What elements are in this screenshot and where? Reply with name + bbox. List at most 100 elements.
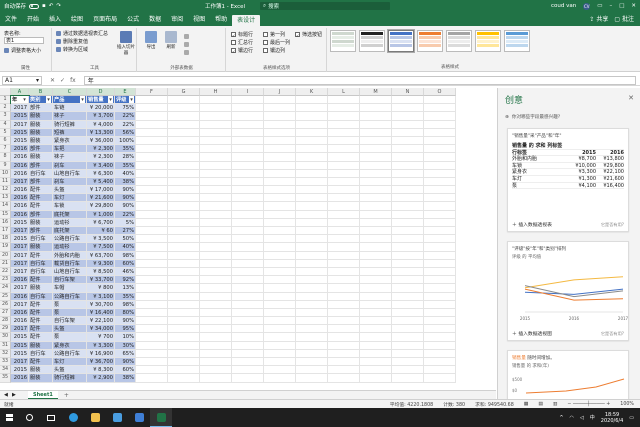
empty-cell[interactable]	[424, 177, 456, 187]
empty-cell[interactable]	[264, 358, 296, 367]
table-cell[interactable]: ¥ 29,800	[87, 202, 115, 211]
empty-cell[interactable]	[296, 145, 328, 154]
empty-cell[interactable]	[296, 112, 328, 121]
empty-cell[interactable]	[264, 308, 296, 318]
empty-cell[interactable]	[264, 96, 296, 105]
empty-cell[interactable]	[136, 325, 168, 334]
table-cell[interactable]: 98%	[115, 251, 136, 260]
worksheet-grid[interactable]: ABCDEFGHIJKLMNO 1 年 ▾ 类别 ▾ 产品 ▾ 销售量 ▾ 评级 ▾ 2 2017 部件车…	[0, 88, 496, 390]
empty-cell[interactable]	[136, 251, 168, 260]
table-cell[interactable]: 60%	[115, 259, 136, 268]
table-cell[interactable]: 底托架	[53, 227, 87, 236]
row-header[interactable]: 23	[0, 276, 11, 285]
empty-cell[interactable]	[136, 308, 168, 318]
row-header[interactable]: 29	[0, 325, 11, 334]
table-cell[interactable]: 泵	[53, 308, 87, 318]
empty-cell[interactable]	[168, 235, 200, 244]
row-header[interactable]: 5	[0, 128, 11, 137]
table-cell[interactable]: 部件	[29, 210, 53, 219]
empty-cell[interactable]	[168, 341, 200, 350]
empty-cell[interactable]	[328, 300, 360, 309]
empty-cell[interactable]	[200, 317, 232, 326]
normal-view-icon[interactable]: ▦	[524, 402, 529, 407]
table-cell[interactable]: 90%	[115, 186, 136, 195]
export-button[interactable]: 导出	[142, 31, 160, 50]
empty-cell[interactable]	[360, 284, 392, 293]
table-cell[interactable]: 自行车	[29, 259, 53, 268]
table-cell[interactable]: 泵	[53, 300, 87, 309]
page-layout-icon[interactable]: ▤	[538, 402, 543, 407]
empty-cell[interactable]	[296, 259, 328, 268]
row-header[interactable]: 24	[0, 284, 11, 293]
empty-cell[interactable]	[392, 300, 424, 309]
empty-cell[interactable]	[424, 259, 456, 268]
empty-cell[interactable]	[424, 276, 456, 285]
table-cell[interactable]: 60%	[115, 366, 136, 375]
table-cell[interactable]: 服装	[29, 366, 53, 375]
empty-cell[interactable]	[424, 104, 456, 113]
empty-cell[interactable]	[136, 161, 168, 170]
empty-cell[interactable]	[136, 96, 168, 105]
empty-cell[interactable]	[360, 235, 392, 244]
empty-cell[interactable]	[296, 308, 328, 318]
empty-cell[interactable]	[296, 186, 328, 195]
table-cell[interactable]: 配件	[29, 358, 53, 367]
table-cell[interactable]: ¥ 36,700	[87, 358, 115, 367]
next-sheet-icon[interactable]: ▶	[12, 392, 16, 398]
empty-cell[interactable]	[200, 325, 232, 334]
table-header-cell[interactable]: 评级 ▾	[115, 96, 136, 105]
table-header-cell[interactable]: 产品 ▾	[53, 96, 87, 105]
empty-cell[interactable]	[296, 349, 328, 358]
empty-cell[interactable]	[168, 227, 200, 236]
table-cell[interactable]: ¥ 20,000	[87, 104, 115, 113]
table-cell[interactable]: 22%	[115, 120, 136, 129]
empty-cell[interactable]	[200, 341, 232, 350]
table-cell[interactable]: 服装	[29, 153, 53, 162]
empty-cell[interactable]	[296, 333, 328, 342]
network-icon[interactable]: ◠	[570, 415, 574, 421]
row-header[interactable]: 18	[0, 235, 11, 244]
empty-cell[interactable]	[200, 276, 232, 285]
empty-cell[interactable]	[264, 284, 296, 293]
tab-data[interactable]: 数据	[144, 14, 166, 26]
empty-cell[interactable]	[328, 366, 360, 375]
empty-cell[interactable]	[168, 218, 200, 227]
empty-cell[interactable]	[264, 325, 296, 334]
empty-cell[interactable]	[200, 153, 232, 162]
fx-icon[interactable]: fx	[70, 77, 76, 84]
row-header[interactable]: 9	[0, 161, 11, 170]
empty-cell[interactable]	[264, 366, 296, 375]
empty-cell[interactable]	[392, 96, 424, 105]
empty-cell[interactable]	[168, 120, 200, 129]
empty-cell[interactable]	[136, 194, 168, 203]
empty-cell[interactable]	[264, 210, 296, 219]
table-cell[interactable]: 服装	[29, 284, 53, 293]
empty-cell[interactable]	[392, 161, 424, 170]
prev-sheet-icon[interactable]: ◀	[4, 392, 8, 398]
empty-cell[interactable]	[360, 218, 392, 227]
empty-cell[interactable]	[296, 218, 328, 227]
table-cell[interactable]: 山地自行车	[53, 267, 87, 277]
table-cell[interactable]: 服装	[29, 128, 53, 137]
empty-cell[interactable]	[200, 161, 232, 170]
unlink-button[interactable]	[184, 48, 189, 56]
empty-cell[interactable]	[360, 120, 392, 129]
empty-cell[interactable]	[392, 169, 424, 178]
empty-cell[interactable]	[136, 177, 168, 187]
table-cell[interactable]: 配件	[29, 202, 53, 211]
empty-cell[interactable]	[264, 349, 296, 358]
empty-cell[interactable]	[200, 251, 232, 260]
empty-cell[interactable]	[136, 358, 168, 367]
taskbar-store[interactable]	[106, 408, 128, 427]
column-header[interactable]: M	[360, 88, 392, 96]
column-header[interactable]: D	[87, 88, 115, 96]
empty-cell[interactable]	[232, 358, 264, 367]
column-header[interactable]: N	[392, 88, 424, 96]
empty-cell[interactable]	[296, 284, 328, 293]
empty-cell[interactable]	[136, 276, 168, 285]
empty-cell[interactable]	[264, 136, 296, 146]
ime-language[interactable]: 中	[590, 414, 595, 421]
volume-icon[interactable]: ◁	[580, 415, 584, 421]
table-cell[interactable]: 2017	[11, 267, 29, 277]
insert-slicer-button[interactable]: 插入切片器	[117, 31, 135, 56]
